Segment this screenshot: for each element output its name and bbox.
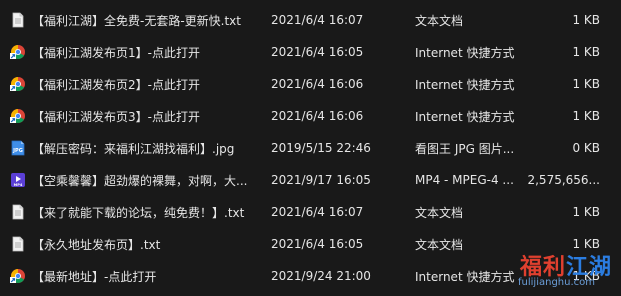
file-type: Internet 快捷方式 [415, 269, 515, 284]
file-name: 【空乘馨馨】超劲爆的裸舞，对啊，大... [32, 173, 248, 188]
file-list: 【福利江湖】全免费-无套路-更新快.txt 2021/6/4 16:07 文本文… [0, 0, 621, 296]
file-date-modified: 2021/6/4 16:06 [271, 109, 364, 123]
watermark-logo: 福利江湖 fulijianghu.com [514, 247, 618, 293]
file-row[interactable]: 【来了就能下载的论坛，纯免费！】.txt 2021/6/4 16:07 文本文档… [0, 196, 621, 228]
file-size: 1 KB [572, 45, 600, 59]
file-name: 【福利江湖发布页1】-点此打开 [32, 45, 200, 60]
file-type: 文本文档 [415, 237, 464, 252]
file-size: 1 KB [572, 205, 600, 219]
file-type: 看图王 JPG 图片... [415, 141, 515, 156]
text-file-icon [12, 12, 24, 28]
file-size: 1 KB [572, 109, 600, 123]
watermark-domain: fulijianghu.com [518, 277, 595, 288]
file-date-modified: 2021/6/4 16:07 [271, 205, 364, 219]
file-name: 【最新地址】-点此打开 [32, 269, 157, 284]
file-name: 【解压密码：来福利江湖找福利】.jpg [32, 141, 235, 156]
file-date-modified: 2021/6/4 16:05 [271, 45, 364, 59]
internet-shortcut-icon [10, 109, 25, 123]
text-file-icon [12, 236, 24, 252]
file-type: Internet 快捷方式 [415, 77, 515, 92]
file-type: MP4 - MPEG-4 ... [415, 173, 514, 187]
file-date-modified: 2019/5/15 22:46 [271, 141, 371, 155]
file-size: 2,575,656... [527, 173, 600, 187]
jpg-image-icon: JPG [11, 140, 25, 156]
file-name: 【福利江湖发布页2】-点此打开 [32, 77, 200, 92]
file-date-modified: 2021/6/4 16:06 [271, 77, 364, 91]
file-name: 【来了就能下载的论坛，纯免费！】.txt [32, 205, 245, 220]
file-date-modified: 2021/6/4 16:07 [271, 13, 364, 27]
svg-text:MP4: MP4 [14, 183, 23, 187]
file-name: 【福利江湖】全免费-无套路-更新快.txt [32, 13, 241, 28]
file-row[interactable]: 【福利江湖发布页3】-点此打开 2021/6/4 16:06 Internet … [0, 100, 621, 132]
svg-text:JPG: JPG [12, 148, 23, 154]
file-date-modified: 2021/6/4 16:05 [271, 237, 364, 251]
file-size: 1 KB [572, 13, 600, 27]
file-type: Internet 快捷方式 [415, 109, 515, 124]
file-row[interactable]: 【福利江湖发布页2】-点此打开 2021/6/4 16:06 Internet … [0, 68, 621, 100]
file-name: 【福利江湖发布页3】-点此打开 [32, 109, 200, 124]
file-type: 文本文档 [415, 205, 464, 220]
mp4-video-icon: MP4 [11, 173, 25, 187]
file-row[interactable]: 【福利江湖】全免费-无套路-更新快.txt 2021/6/4 16:07 文本文… [0, 4, 621, 36]
file-type: Internet 快捷方式 [415, 45, 515, 60]
file-row[interactable]: 【福利江湖发布页1】-点此打开 2021/6/4 16:05 Internet … [0, 36, 621, 68]
file-row[interactable]: JPG 【解压密码：来福利江湖找福利】.jpg 2019/5/15 22:46 … [0, 132, 621, 164]
file-name: 【永久地址发布页】.txt [32, 237, 161, 252]
file-type: 文本文档 [415, 13, 464, 28]
internet-shortcut-icon [10, 45, 25, 59]
file-date-modified: 2021/9/17 16:05 [271, 173, 371, 187]
file-row[interactable]: MP4 【空乘馨馨】超劲爆的裸舞，对啊，大... 2021/9/17 16:05… [0, 164, 621, 196]
text-file-icon [12, 204, 24, 220]
file-size: 0 KB [572, 141, 600, 155]
file-date-modified: 2021/9/24 21:00 [271, 269, 371, 283]
internet-shortcut-icon [10, 77, 25, 91]
file-size: 1 KB [572, 77, 600, 91]
internet-shortcut-icon [10, 269, 25, 283]
